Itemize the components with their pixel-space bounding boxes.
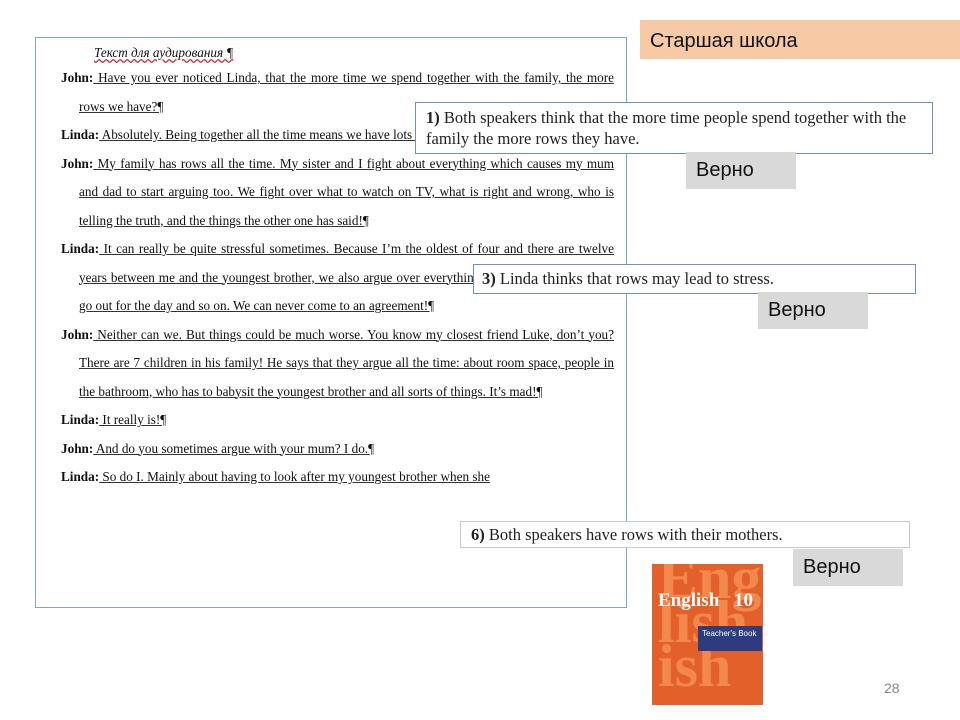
speaker-name: Linda: <box>61 241 100 256</box>
book-label: Teacher's Book <box>698 626 762 651</box>
answer-badge: Верно <box>793 549 903 586</box>
speaker-name: John: <box>61 155 94 171</box>
speaker-name: John: <box>61 70 94 85</box>
dialogue-line: John: My family has rows all the time. M… <box>61 150 614 236</box>
speaker-name: Linda: <box>61 127 100 142</box>
dialogue-text: And do you sometimes argue with your mum… <box>93 440 375 456</box>
dialogue-text: My family has rows all the time. My sist… <box>79 155 614 228</box>
statement-number: 3) <box>482 269 496 288</box>
answer-badge: Верно <box>686 152 796 189</box>
statement-3-box: 3) Linda thinks that rows may lead to st… <box>473 264 916 294</box>
dialogue-line: Linda: So do I. Mainly about having to l… <box>61 463 614 492</box>
textbook-cover-image: Eng lish ish English 10 Teacher's Book <box>652 564 763 705</box>
dialogue-line: John: Neither can we. But things could b… <box>61 321 614 407</box>
dialogue-text: So do I. Mainly about having to look aft… <box>99 469 490 484</box>
answer-badge: Верно <box>758 292 868 329</box>
speaker-name: Linda: <box>61 469 100 484</box>
statement-number: 6) <box>471 525 485 544</box>
dialogue-text: It really is!¶ <box>99 412 167 427</box>
dialogue-text: Neither can we. But things could be much… <box>79 326 614 399</box>
book-title: English <box>658 590 720 611</box>
section-title: Старшая школа <box>650 30 798 52</box>
statement-1-box: 1) Both speakers think that the more tim… <box>415 102 933 154</box>
statement-6-box: 6) Both speakers have rows with their mo… <box>460 521 910 548</box>
speaker-name: Linda: <box>61 412 100 427</box>
speaker-name: John: <box>61 326 94 342</box>
statement-text: Both speakers have rows with their mothe… <box>488 525 783 544</box>
dialogue-line: John: And do you sometimes argue with yo… <box>61 435 614 464</box>
document-title: Текст для аудирования ¶ <box>94 45 234 60</box>
page-number: 28 <box>884 680 900 696</box>
speaker-name: John: <box>61 440 94 456</box>
statement-number: 1) <box>426 108 440 127</box>
book-grade-number: 10 <box>734 590 753 611</box>
statement-text: Linda thinks that rows may lead to stres… <box>499 269 774 288</box>
dialogue-line: Linda: It really is!¶ <box>61 406 614 435</box>
section-header: Старшая школа <box>640 20 960 59</box>
statement-text: Both speakers think that the more time p… <box>426 108 907 148</box>
